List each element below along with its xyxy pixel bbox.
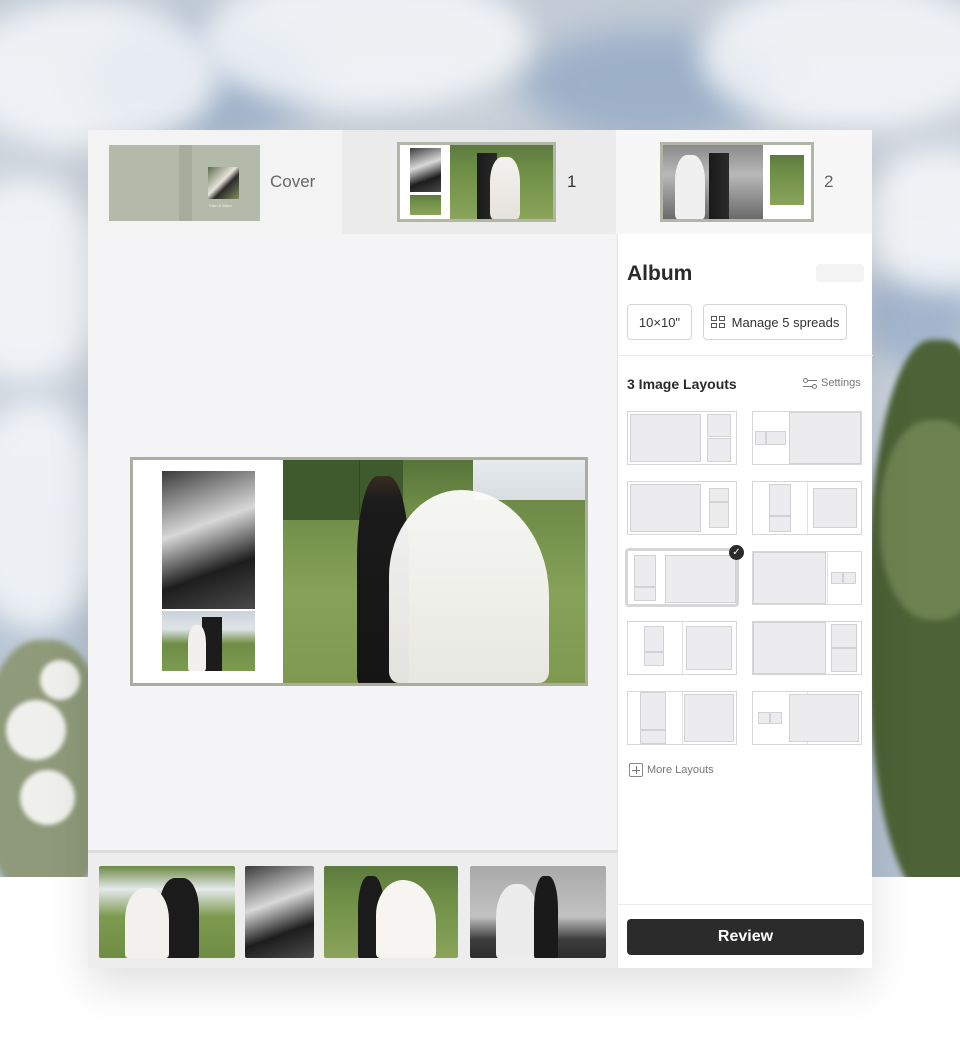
panel-title: Album xyxy=(627,262,693,285)
cover-title: Cam & Maxx xyxy=(209,203,232,208)
layout-option[interactable] xyxy=(627,691,737,745)
divider xyxy=(618,904,873,905)
more-layouts-button[interactable]: More Layouts xyxy=(629,763,714,777)
more-layouts-label: More Layouts xyxy=(647,764,714,776)
layout-option[interactable] xyxy=(752,481,862,535)
settings-icon xyxy=(803,377,817,389)
cover-spine xyxy=(179,145,192,221)
photo-slot-portrait[interactable] xyxy=(162,471,255,609)
layout-option[interactable] xyxy=(752,691,862,745)
check-icon: ✓ xyxy=(729,545,744,560)
spread-1-thumbnail xyxy=(397,142,556,222)
page-gutter xyxy=(359,460,360,683)
spread-tab-cover[interactable]: Cam & Maxx Cover xyxy=(88,130,342,234)
layout-option-selected[interactable] xyxy=(625,548,739,607)
photo-filmstrip xyxy=(88,850,617,968)
layout-option[interactable] xyxy=(752,411,862,465)
spread-tab-1[interactable]: 1 xyxy=(345,130,613,234)
cover-photo xyxy=(208,167,239,199)
spread-tab-2[interactable]: 2 xyxy=(616,130,872,234)
photo-slot-wide[interactable] xyxy=(283,460,585,683)
manage-spreads-label: Manage 5 spreads xyxy=(731,314,840,330)
spread-strip: Cam & Maxx Cover 1 2 xyxy=(88,130,872,234)
photo-slot-small[interactable] xyxy=(162,611,255,671)
review-button[interactable]: Review xyxy=(627,919,864,955)
cover-thumbnail: Cam & Maxx xyxy=(109,145,260,221)
panel-placeholder xyxy=(816,264,864,282)
layout-option[interactable] xyxy=(627,411,737,465)
layouts-heading: 3 Image Layouts xyxy=(627,376,737,392)
filmstrip-photo[interactable] xyxy=(99,866,235,958)
spread-canvas xyxy=(88,234,617,850)
album-editor: Cam & Maxx Cover 1 2 Album 10×10" Manage… xyxy=(88,130,873,968)
filmstrip-photo[interactable] xyxy=(470,866,606,958)
layout-option[interactable] xyxy=(752,551,862,605)
layout-option[interactable] xyxy=(752,621,862,675)
layout-option[interactable] xyxy=(627,481,737,535)
spread-preview[interactable] xyxy=(130,457,588,686)
grid-icon xyxy=(710,316,725,328)
cover-label: Cover xyxy=(270,172,316,191)
plus-icon xyxy=(629,763,643,777)
album-settings-panel: Album 10×10" Manage 5 spreads 3 Image La… xyxy=(617,234,873,968)
settings-label: Settings xyxy=(821,377,861,389)
album-size-button[interactable]: 10×10" xyxy=(627,304,692,340)
layout-option[interactable] xyxy=(627,621,737,675)
manage-spreads-button[interactable]: Manage 5 spreads xyxy=(703,304,847,340)
spread-2-label: 2 xyxy=(824,172,834,191)
divider xyxy=(618,355,873,356)
spread-1-label: 1 xyxy=(567,172,577,191)
layout-settings-button[interactable]: Settings xyxy=(803,377,861,389)
filmstrip-photo[interactable] xyxy=(245,866,314,958)
spread-2-thumbnail xyxy=(660,142,814,222)
filmstrip-photo[interactable] xyxy=(324,866,458,958)
